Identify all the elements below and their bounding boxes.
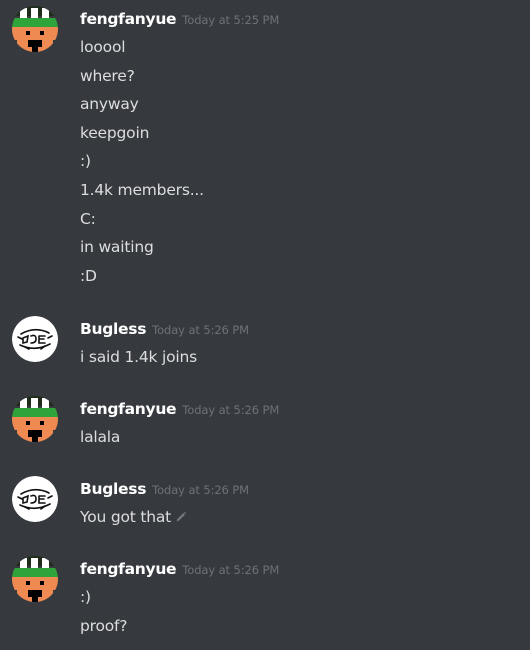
timestamp: Today at 5:26 PM [182,403,280,417]
message-line: C: [80,209,96,228]
message-line: :) [80,588,91,606]
message-line: proof? [80,616,128,635]
pencil-icon [175,511,187,523]
message-header: fengfanyue Today at 5:26 PM [80,399,279,419]
username[interactable]: fengfanyue [80,10,177,28]
message-line: anyway [80,95,139,114]
message-lines: You got that [80,507,187,536]
bugless-logo-avatar-icon[interactable] [12,316,58,362]
message-line: i said 1.4k joins [80,348,198,366]
message-line: You got that [80,507,187,536]
green-helmet-avatar-icon[interactable] [12,396,58,442]
message-line: looool [80,38,126,56]
message-line: :) [80,152,91,171]
message-lines: lalala [80,427,120,456]
message-text: You got that [80,508,172,526]
username[interactable]: fengfanyue [80,400,177,418]
message-line: lalala [80,428,121,446]
username[interactable]: Bugless [80,320,146,338]
message-line: 1.4k members... [80,180,204,199]
message-line: where? [80,66,135,85]
green-helmet-avatar-icon[interactable] [12,556,58,602]
message-lines: looool where? anyway keepgoin :) 1.4k me… [80,37,204,294]
green-helmet-avatar-icon[interactable] [12,6,58,52]
timestamp: Today at 5:25 PM [182,13,280,27]
message-lines: :) proof? [80,587,128,644]
message-lines: i said 1.4k joins [80,347,197,376]
username[interactable]: fengfanyue [80,560,177,578]
message-line: in waiting [80,238,154,257]
username[interactable]: Bugless [80,480,146,498]
timestamp: Today at 5:26 PM [152,483,249,497]
timestamp: Today at 5:26 PM [182,563,280,577]
message-line: :D [80,266,97,285]
message-header: fengfanyue Today at 5:26 PM [80,559,279,579]
message-header: Bugless Today at 5:26 PM [80,319,249,339]
timestamp: Today at 5:26 PM [152,323,249,337]
message-line: keepgoin [80,123,150,142]
message-header: Bugless Today at 5:26 PM [80,479,249,499]
chat-messages: fengfanyue Today at 5:25 PM looool where?… [0,0,530,650]
message-header: fengfanyue Today at 5:25 PM [80,9,279,29]
bugless-logo-avatar-icon[interactable] [12,476,58,522]
